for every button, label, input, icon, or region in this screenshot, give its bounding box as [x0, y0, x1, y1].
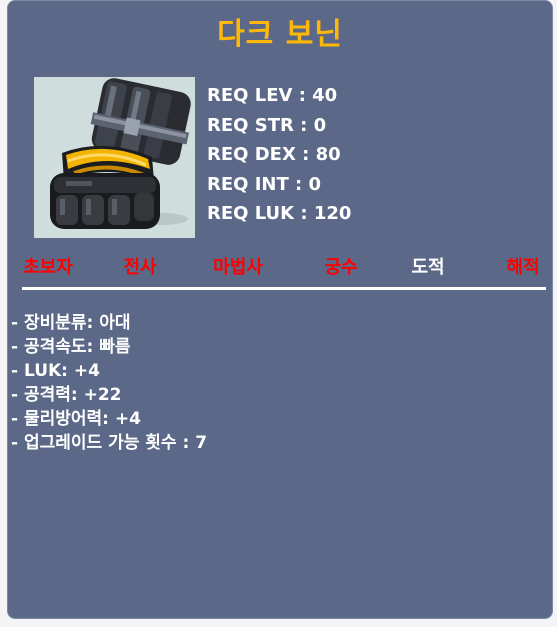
job-thief: 도적: [411, 257, 445, 278]
item-icon-frame: [34, 77, 195, 238]
stat-upgrade-slots: - 업그레이드 가능 횟수 : 7: [11, 433, 208, 453]
job-pirate: 해적: [506, 257, 540, 278]
req-int: REQ INT : 0: [207, 173, 322, 195]
item-tooltip-panel: 다크 보닌 REQ LEV: 40 REQ STR: 0 REQ DEX:…: [7, 0, 553, 619]
job-list: 초보자 전사 마법사 궁수 도적 해적: [1, 253, 554, 283]
job-magician: 마법사: [213, 257, 263, 278]
stat-category: - 장비분류: 아대: [11, 313, 131, 333]
item-name: 다크 보닌: [217, 17, 343, 52]
stat-defense: - 물리방어력: +4: [11, 409, 141, 429]
req-level: REQ LEV : 40: [207, 85, 338, 106]
divider: [22, 287, 546, 290]
job-archer: 궁수: [324, 257, 358, 278]
stat-attack-speed: - 공격속도: 빠름: [11, 337, 131, 357]
stat-attack: - 공격력: +22: [11, 385, 122, 405]
requirements-list: REQ LEV : 40 REQ STR : 0 REQ DEX : 80 RE…: [207, 81, 351, 229]
job-beginner: 초보자: [23, 257, 73, 278]
stat-luk: - LUK: +4: [11, 361, 100, 381]
req-luk: REQ LUK : 120: [207, 203, 352, 224]
dark-glove-icon: [50, 78, 191, 229]
req-dex: REQ DEX : 80: [207, 144, 341, 165]
item-stats-list: - 장비분류: 아대 - 공격속도: 빠름 - LUK: +4 - 공격력: +…: [11, 311, 207, 455]
job-warrior: 전사: [123, 257, 157, 278]
req-str: REQ STR : 0: [207, 114, 327, 136]
